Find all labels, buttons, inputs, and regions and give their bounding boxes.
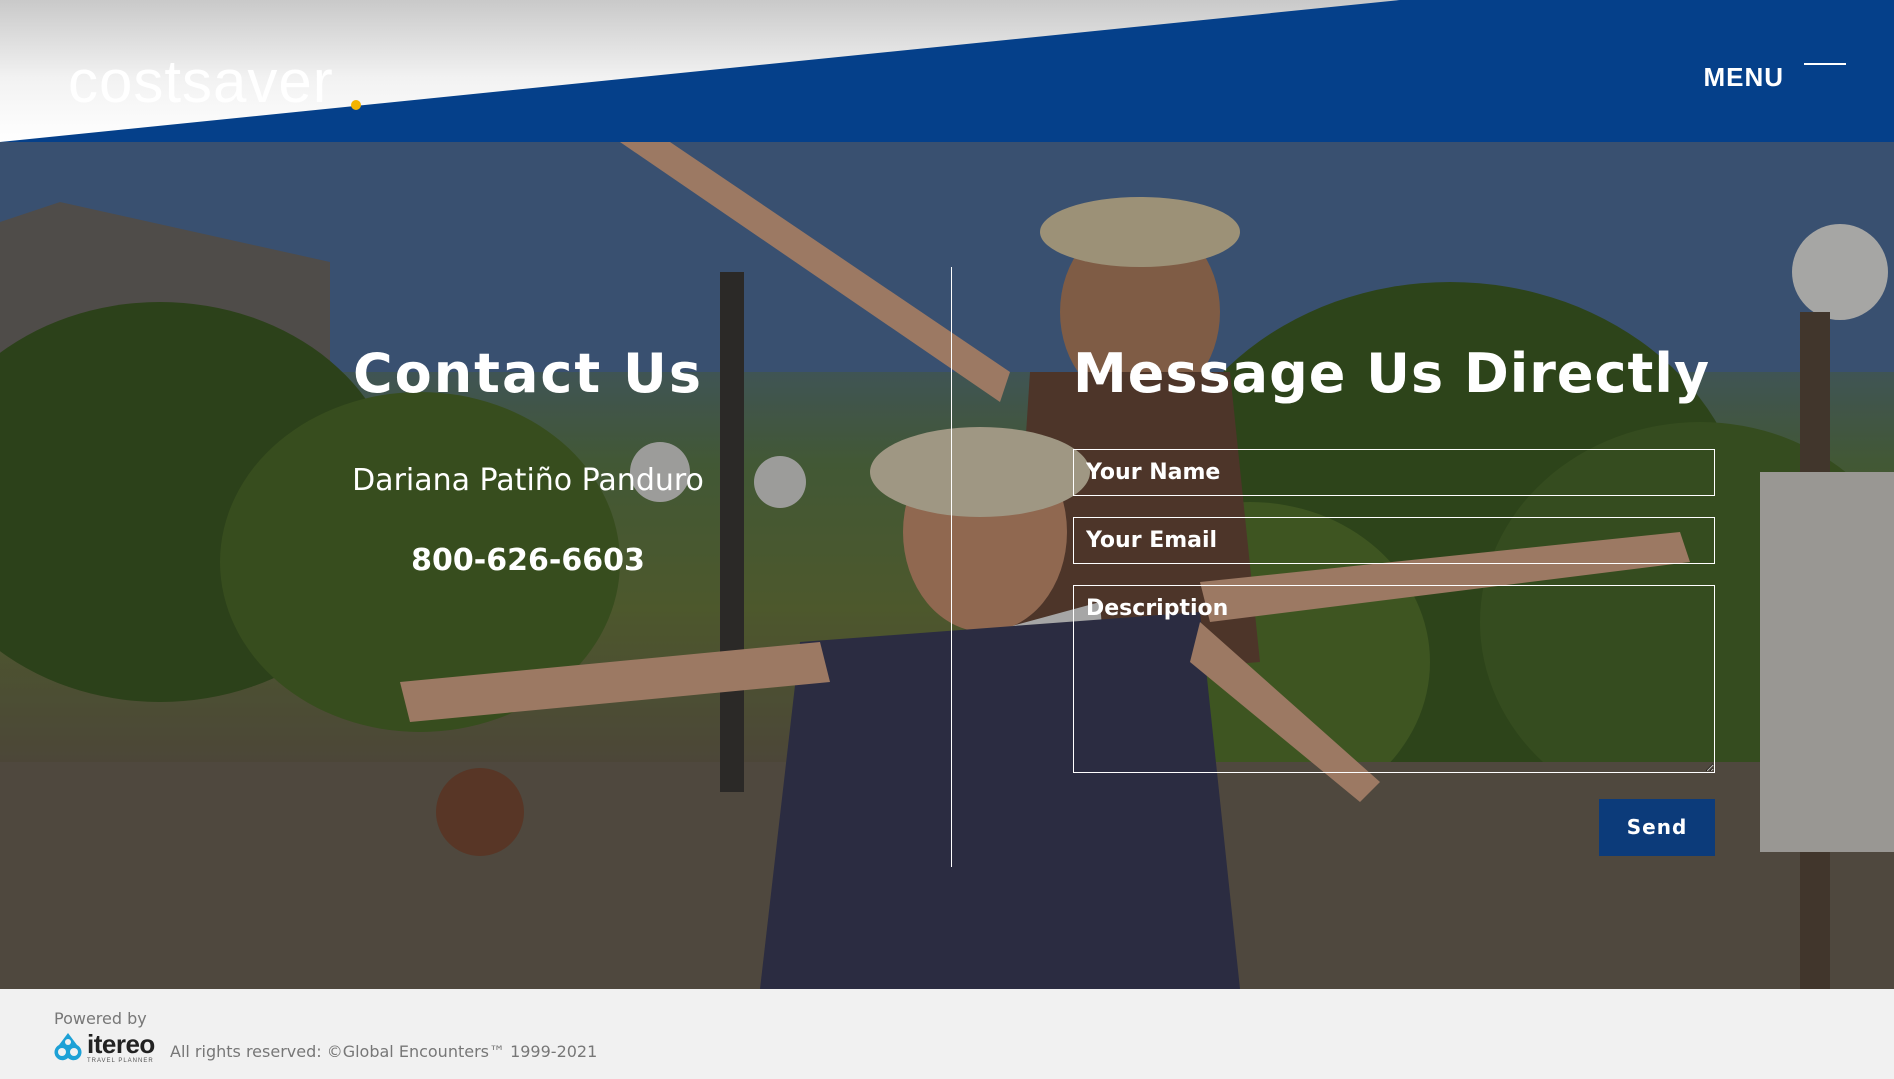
menu-label: MENU	[1703, 62, 1784, 92]
itereo-logo-icon	[54, 1033, 82, 1061]
itereo-text: itereo TRAVEL PLANNER	[87, 1031, 155, 1064]
itereo-tagline: TRAVEL PLANNER	[87, 1058, 154, 1064]
hero-section: Contact Us Dariana Patiño Panduro 800-62…	[0, 142, 1894, 989]
itereo-wordmark: itereo	[87, 1029, 155, 1059]
send-row: Send	[1073, 798, 1715, 856]
send-button[interactable]: Send	[1599, 798, 1715, 856]
page: costsaver MENU Contact Us Dariana Patiño…	[0, 0, 1894, 1079]
description-textarea[interactable]	[1073, 584, 1715, 773]
contact-title: Contact Us	[352, 342, 704, 405]
name-input[interactable]	[1073, 448, 1715, 496]
logo-dot-icon	[351, 100, 361, 110]
column-divider	[951, 267, 952, 867]
powered-by-label: Powered by	[54, 1009, 147, 1028]
contact-column: Contact Us Dariana Patiño Panduro 800-62…	[290, 342, 766, 579]
menu-button[interactable]: MENU	[1703, 56, 1846, 90]
contact-phone[interactable]: 800-626-6603	[290, 543, 766, 579]
footer: Powered by itereo TRAVEL PLANNER All rig…	[0, 989, 1894, 1079]
contact-name: Dariana Patiño Panduro	[352, 462, 704, 498]
menu-line-icon	[1804, 63, 1846, 65]
email-input[interactable]	[1073, 516, 1715, 564]
costsaver-logo[interactable]: costsaver	[68, 52, 334, 112]
message-form: Message Us Directly Send	[1073, 342, 1715, 856]
header: costsaver MENU	[0, 0, 1894, 142]
itereo-logo[interactable]: itereo TRAVEL PLANNER	[53, 1031, 155, 1064]
form-title: Message Us Directly	[1073, 342, 1711, 405]
copyright-text: All rights reserved: ©Global Encounters™…	[170, 1042, 598, 1061]
